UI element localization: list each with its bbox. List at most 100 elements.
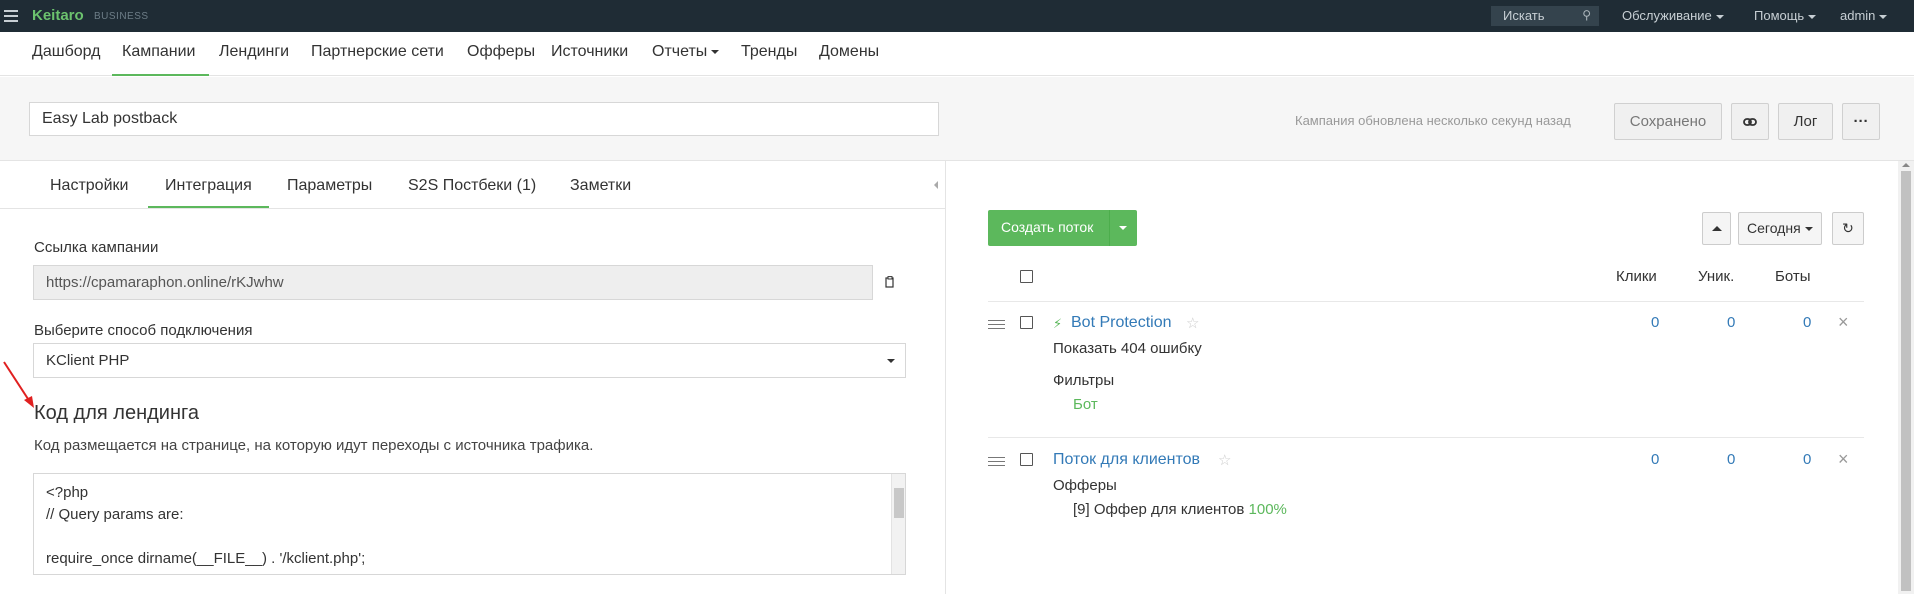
tab-settings[interactable]: Настройки [50, 177, 128, 195]
menu-help-label: Помощь [1754, 8, 1805, 23]
nav-item-campaigns[interactable]: Кампании [122, 43, 196, 61]
nav-item-reports-label: Отчеты [652, 43, 708, 60]
search-input[interactable]: Искать ⚲ [1491, 6, 1599, 26]
column-clicks: Клики [1616, 268, 1657, 285]
tab-active-indicator [148, 206, 269, 208]
search-placeholder: Искать [1503, 8, 1545, 23]
flow-uniques[interactable]: 0 [1727, 314, 1735, 331]
flow-bots[interactable]: 0 [1803, 451, 1811, 468]
offer-share: 100% [1248, 501, 1287, 518]
star-icon[interactable]: ☆ [1186, 314, 1199, 332]
collapse-panel-icon[interactable] [934, 181, 938, 189]
nav-active-indicator [112, 74, 209, 76]
tab-notes[interactable]: Заметки [570, 177, 631, 195]
chevron-down-icon [1804, 227, 1813, 232]
tab-s2s-postbacks[interactable]: S2S Постбеки (1) [408, 177, 536, 195]
campaign-name-input[interactable]: Easy Lab postback [29, 102, 939, 136]
campaign-link-button[interactable] [1731, 103, 1769, 140]
landing-code-description: Код размещается на странице, на которую … [34, 437, 594, 454]
chevron-down-icon [1715, 14, 1724, 19]
column-bots: Боты [1775, 268, 1811, 285]
code-scrollbar[interactable] [891, 474, 905, 574]
nav-item-sources[interactable]: Источники [551, 43, 628, 61]
brand-logo[interactable]: Keitaro [32, 7, 84, 24]
drag-handle-icon[interactable] [988, 457, 1005, 469]
flow-action: Показать 404 ошибку [1053, 340, 1202, 357]
tab-parameters[interactable]: Параметры [287, 177, 372, 195]
tab-integration[interactable]: Интеграция [165, 177, 252, 195]
nav-item-landings[interactable]: Лендинги [219, 43, 289, 61]
chevron-down-icon [711, 49, 720, 54]
period-label: Сегодня [1747, 220, 1801, 236]
menu-help[interactable]: Помощь [1754, 8, 1817, 23]
menu-user-label: admin [1840, 8, 1876, 23]
flow-checkbox[interactable] [1020, 453, 1033, 466]
flow-name-link[interactable]: Bot Protection [1071, 314, 1172, 332]
delete-flow-icon[interactable]: × [1838, 312, 1849, 333]
divider [988, 437, 1864, 438]
landing-code-textarea[interactable]: <?php // Query params are: require_once … [33, 473, 906, 575]
connection-method-select[interactable]: KClient PHP [33, 343, 906, 378]
menu-service-label: Обслуживание [1622, 8, 1712, 23]
flow-section-label: Фильтры [1053, 372, 1115, 389]
flow-checkbox[interactable] [1020, 316, 1033, 329]
nav-item-domains[interactable]: Домены [819, 43, 879, 61]
flow-offer-item: [9] Оффер для клиентов 100% [1073, 501, 1287, 518]
flow-name-link[interactable]: Поток для клиентов [1053, 451, 1200, 469]
menu-user[interactable]: admin [1840, 8, 1888, 23]
code-line: require_once dirname(__FILE__) . '/kclie… [46, 550, 366, 567]
campaign-updated-status: Кампания обновлена несколько секунд наза… [1295, 113, 1571, 128]
link-icon [1743, 118, 1757, 126]
connection-method-value: KClient PHP [46, 352, 130, 369]
page-scrollbar[interactable] [1898, 161, 1914, 594]
hamburger-menu-icon[interactable] [4, 10, 18, 22]
chevron-down-icon [1879, 14, 1888, 19]
create-flow-button[interactable]: Создать поток [988, 210, 1137, 246]
lightning-icon: ⚡ [1053, 316, 1063, 331]
scrollbar-thumb[interactable] [1901, 171, 1911, 591]
nav-item-dashboard[interactable]: Дашборд [32, 43, 101, 61]
more-options-button[interactable]: ··· [1842, 103, 1880, 140]
flow-filter-value: Бот [1073, 396, 1098, 413]
campaign-link-field[interactable]: https://cpamaraphon.online/rKJwhw [33, 265, 906, 300]
copy-icon [884, 275, 894, 288]
star-icon[interactable]: ☆ [1218, 451, 1231, 469]
chevron-up-icon [1712, 226, 1722, 231]
select-all-checkbox[interactable] [1020, 270, 1033, 283]
nav-item-affiliate-networks[interactable]: Партнерские сети [311, 43, 444, 61]
flow-clicks[interactable]: 0 [1651, 451, 1659, 468]
top-bar: Keitaro BUSINESS Искать ⚲ Обслуживание П… [0, 0, 1914, 32]
save-button[interactable]: Сохранено [1614, 103, 1722, 140]
drag-handle-icon[interactable] [988, 320, 1005, 332]
copy-link-button[interactable] [872, 265, 906, 300]
main-nav: Дашборд Кампании Лендинги Партнерские се… [0, 32, 1914, 76]
flow-uniques[interactable]: 0 [1727, 451, 1735, 468]
nav-item-reports[interactable]: Отчеты [652, 43, 720, 61]
refresh-button[interactable]: ↻ [1832, 212, 1864, 245]
brand-edition: BUSINESS [94, 11, 149, 22]
nav-item-trends[interactable]: Тренды [741, 43, 797, 61]
delete-flow-icon[interactable]: × [1838, 449, 1849, 470]
scroll-up-icon[interactable] [1902, 163, 1910, 167]
menu-service[interactable]: Обслуживание [1622, 8, 1724, 23]
nav-item-offers[interactable]: Офферы [467, 43, 535, 61]
offer-name: [9] Оффер для клиентов [1073, 501, 1245, 518]
collapse-up-button[interactable] [1702, 212, 1731, 245]
refresh-icon: ↻ [1842, 220, 1854, 236]
log-button[interactable]: Лог [1778, 103, 1833, 140]
connection-method-label: Выберите способ подключения [34, 322, 253, 339]
period-select[interactable]: Сегодня [1738, 212, 1822, 245]
campaign-link-label: Ссылка кампании [34, 239, 159, 256]
scrollbar-thumb[interactable] [894, 488, 904, 518]
chevron-down-icon[interactable] [1119, 226, 1127, 230]
chevron-down-icon [1808, 14, 1817, 19]
flow-bots[interactable]: 0 [1803, 314, 1811, 331]
divider [988, 301, 1864, 302]
chevron-down-icon [887, 359, 895, 363]
flow-section-label: Офферы [1053, 477, 1117, 494]
flow-clicks[interactable]: 0 [1651, 314, 1659, 331]
code-line: // Query params are: [46, 506, 184, 523]
search-icon[interactable]: ⚲ [1582, 8, 1591, 22]
column-uniques: Уник. [1698, 268, 1735, 285]
